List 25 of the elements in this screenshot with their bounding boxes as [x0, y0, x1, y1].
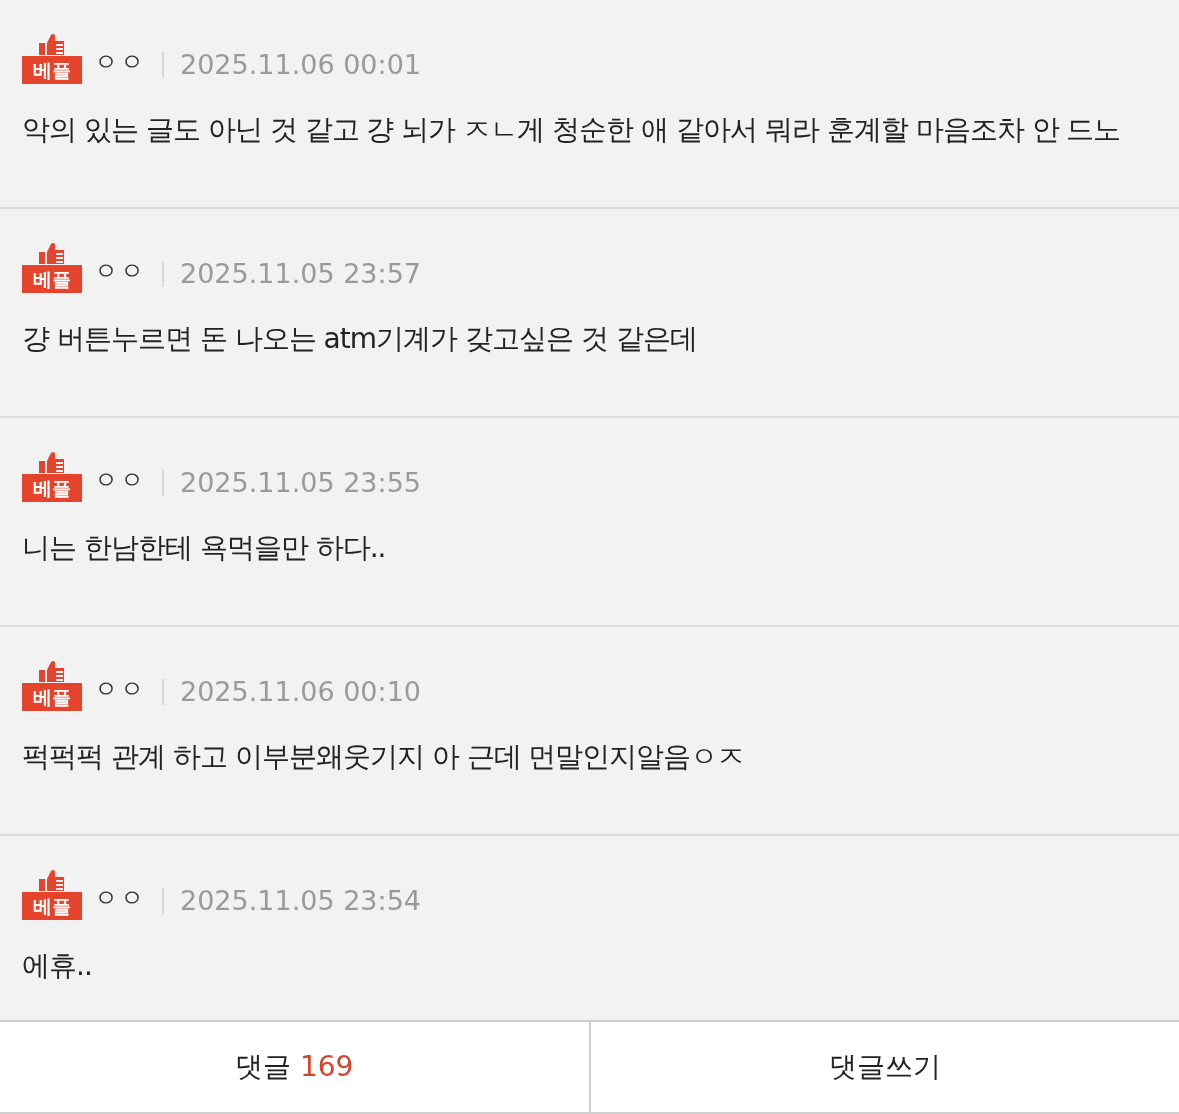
- thumbs-up-icon: [37, 659, 67, 683]
- author-name: ㅇㅇ: [94, 674, 146, 705]
- best-badge: 베플: [22, 265, 82, 293]
- comment-date: 2025.11.06 00:01: [180, 49, 421, 80]
- comment-date: 2025.11.06 00:10: [180, 676, 421, 707]
- comment-text: 니는 한남한테 욕먹을만 하다..: [22, 530, 387, 566]
- thumbs-up-icon: [37, 241, 67, 265]
- comment-text: 걍 버튼누르면 돈 나오는 atm기계가 갖고싶은 것 같은데: [22, 321, 698, 357]
- best-badge: 베플: [22, 683, 82, 711]
- best-badge: 베플: [22, 56, 82, 84]
- thumbs-up-icon: [37, 450, 67, 474]
- comment-text: 에휴..: [22, 948, 93, 984]
- author-name: ㅇㅇ: [94, 465, 146, 496]
- comment-text: 퍽퍽퍽 관계 하고 이부분왜웃기지 아 근데 먼말인지알음ㅇㅈ: [22, 739, 746, 775]
- author-name: ㅇㅇ: [94, 47, 146, 78]
- comment-date: 2025.11.05 23:57: [180, 258, 421, 289]
- author-name: ㅇㅇ: [94, 883, 146, 914]
- comment-text: 악의 있는 글도 아닌 것 같고 걍 뇌가 ㅈㄴ게 청순한 애 같아서 뭐라 훈계할 마음조차 안 드노: [22, 112, 1122, 148]
- comment-date: 2025.11.05 23:55: [180, 467, 421, 498]
- thumbs-up-icon: [37, 32, 67, 56]
- best-badge: 베플: [22, 892, 82, 920]
- author-name: ㅇㅇ: [94, 256, 146, 287]
- thumbs-up-icon: [37, 868, 67, 892]
- best-badge: 베플: [22, 474, 82, 502]
- comment-date: 2025.11.05 23:54: [180, 885, 421, 916]
